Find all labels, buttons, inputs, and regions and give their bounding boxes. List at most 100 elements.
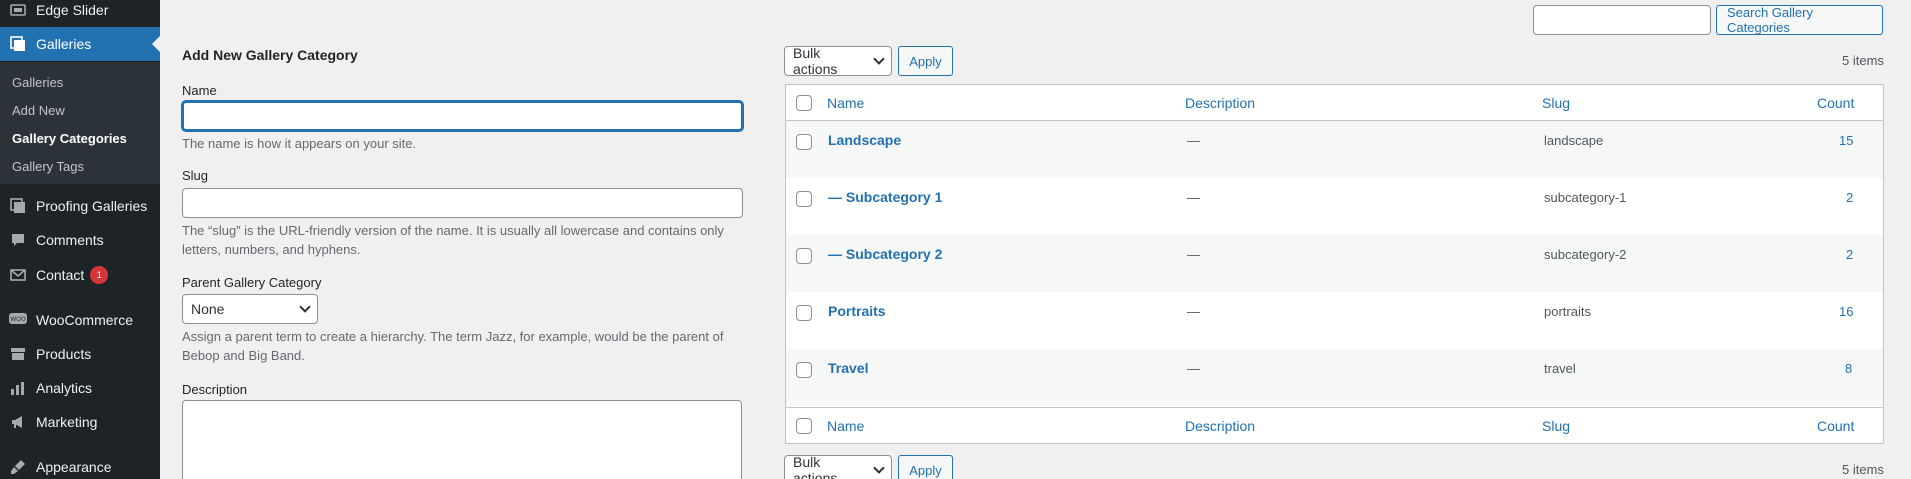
bar-chart-icon (8, 378, 28, 398)
woo-icon: WOO (8, 310, 28, 330)
row-checkbox[interactable] (796, 305, 812, 321)
row-checkbox[interactable] (796, 191, 812, 207)
select-all-checkbox-footer[interactable] (796, 418, 812, 434)
menu-item-label: Comments (36, 232, 104, 248)
column-footer-name[interactable]: Name (827, 418, 864, 434)
submenu-item-gallery-categories[interactable]: Gallery Categories (12, 131, 127, 146)
category-count-link[interactable]: 8 (1845, 361, 1852, 376)
gallery-icon (8, 34, 28, 54)
category-count-link[interactable]: 15 (1839, 133, 1853, 148)
table-row: Portraits — portraits 16 (786, 292, 1883, 349)
parent-label: Parent Gallery Category (182, 275, 322, 290)
galleries-submenu: Galleries Add New Gallery Categories Gal… (0, 62, 160, 184)
column-header-count[interactable]: Count (1817, 95, 1854, 111)
table-row: Travel — travel 8 (786, 349, 1883, 406)
table-footer: Name Description Slug Count (786, 407, 1883, 443)
bulk-actions-value: Bulk actions (793, 45, 838, 77)
name-input[interactable] (182, 101, 743, 131)
bulk-actions-value: Bulk actions (793, 454, 838, 479)
menu-item-label: Appearance (36, 459, 112, 475)
category-description: — (1187, 190, 1200, 205)
name-hint: The name is how it appears on your site. (182, 136, 417, 151)
category-count-link[interactable]: 2 (1846, 247, 1853, 262)
chevron-down-icon (873, 53, 885, 65)
parent-hint-line-1: Assign a parent term to create a hierarc… (182, 329, 724, 344)
menu-item-woocommerce[interactable]: WOO WooCommerce (0, 303, 160, 337)
menu-item-label: Edge Slider (36, 2, 109, 18)
brush-icon (8, 457, 28, 477)
active-indicator (152, 36, 160, 52)
slider-icon (8, 0, 28, 20)
apply-button-bottom[interactable]: Apply (898, 455, 953, 479)
column-header-name[interactable]: Name (827, 95, 864, 111)
notification-badge: 1 (90, 266, 109, 284)
category-slug: subcategory-2 (1544, 247, 1627, 262)
search-input[interactable] (1533, 5, 1711, 35)
category-name-link[interactable]: — Subcategory 2 (828, 246, 942, 262)
submenu-item-galleries[interactable]: Galleries (12, 75, 63, 90)
row-checkbox[interactable] (796, 362, 812, 378)
menu-item-comments[interactable]: Comments (0, 223, 160, 257)
menu-item-label: Marketing (36, 414, 98, 430)
form-title: Add New Gallery Category (182, 47, 358, 63)
menu-item-label: Galleries (36, 36, 92, 52)
table-row: Landscape — landscape 15 (786, 121, 1883, 178)
slug-label: Slug (182, 168, 209, 183)
menu-item-products[interactable]: Products (0, 337, 160, 371)
slug-hint-line-1: The “slug” is the URL-friendly version o… (182, 223, 724, 238)
category-name-link[interactable]: Travel (828, 360, 868, 376)
search-button[interactable]: Search Gallery Categories (1716, 5, 1883, 35)
menu-item-label: Analytics (36, 380, 93, 396)
row-checkbox[interactable] (796, 134, 812, 150)
menu-item-galleries[interactable]: Galleries (0, 27, 160, 61)
select-all-checkbox[interactable] (796, 95, 812, 111)
menu-item-analytics[interactable]: Analytics (0, 371, 160, 405)
parent-category-select[interactable]: None (182, 294, 318, 324)
submenu-item-add-new[interactable]: Add New (12, 103, 65, 118)
column-footer-description[interactable]: Description (1185, 418, 1255, 434)
bulk-actions-select-bottom[interactable]: Bulk actions (784, 454, 892, 479)
name-label: Name (182, 83, 217, 98)
gallery-icon (8, 196, 28, 216)
category-name-link[interactable]: — Subcategory 1 (828, 189, 942, 205)
chevron-down-icon (873, 462, 885, 474)
category-description: — (1187, 247, 1200, 262)
menu-item-proofing-galleries[interactable]: Proofing Galleries (0, 189, 160, 223)
menu-item-appearance[interactable]: Appearance (0, 450, 160, 479)
description-label: Description (182, 382, 248, 397)
admin-sidebar: Edge Slider Galleries Galleries Add New … (0, 0, 160, 479)
description-textarea[interactable] (182, 400, 742, 479)
category-name-link[interactable]: Portraits (828, 303, 886, 319)
menu-item-label: Products (36, 346, 92, 362)
apply-button-top[interactable]: Apply (898, 46, 953, 76)
category-slug: portraits (1544, 304, 1591, 319)
column-header-slug[interactable]: Slug (1542, 95, 1570, 111)
category-description: — (1187, 133, 1200, 148)
category-description: — (1187, 361, 1200, 376)
bulk-actions-select-top[interactable]: Bulk actions (784, 45, 892, 77)
row-checkbox[interactable] (796, 248, 812, 264)
slug-hint-line-2: letters, numbers, and hyphens. (182, 242, 361, 257)
parent-hint-line-2: Bebop and Big Band. (182, 348, 305, 363)
menu-item-label: Contact (36, 267, 85, 283)
table-row: — Subcategory 1 — subcategory-1 2 (786, 178, 1883, 235)
category-count-link[interactable]: 2 (1846, 190, 1853, 205)
comment-icon (8, 230, 28, 250)
mail-icon (8, 265, 28, 285)
category-slug: subcategory-1 (1544, 190, 1627, 205)
category-count-link[interactable]: 16 (1839, 304, 1853, 319)
column-header-description[interactable]: Description (1185, 95, 1255, 111)
column-footer-count[interactable]: Count (1817, 418, 1854, 434)
submenu-item-gallery-tags[interactable]: Gallery Tags (12, 159, 84, 174)
svg-text:WOO: WOO (10, 316, 26, 323)
menu-item-marketing[interactable]: Marketing (0, 405, 160, 439)
menu-item-edge-slider[interactable]: Edge Slider (0, 0, 160, 27)
menu-item-contact[interactable]: Contact 1 (0, 258, 160, 292)
table-header: Name Description Slug Count (786, 85, 1883, 121)
column-footer-slug[interactable]: Slug (1542, 418, 1570, 434)
category-name-link[interactable]: Landscape (828, 132, 901, 148)
megaphone-icon (8, 412, 28, 432)
chevron-down-icon (299, 301, 311, 313)
slug-input[interactable] (182, 188, 743, 218)
menu-item-label: Proofing Galleries (36, 198, 148, 214)
